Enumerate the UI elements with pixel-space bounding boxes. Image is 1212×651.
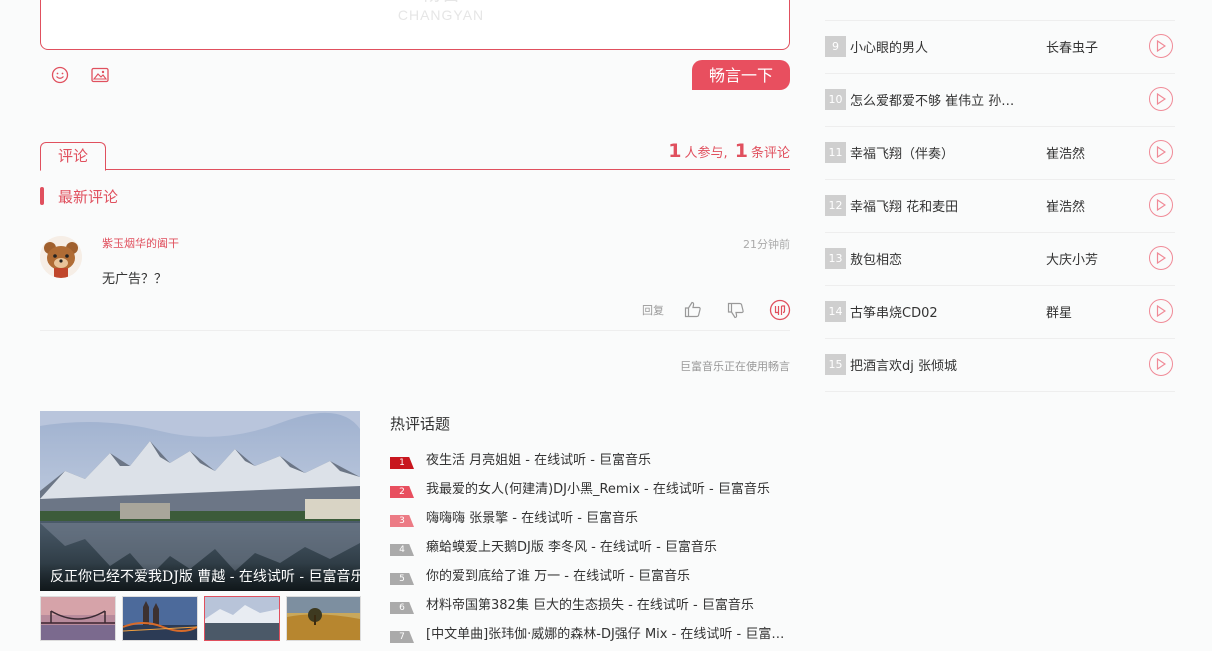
rank-badge: 5 — [390, 573, 414, 585]
hot-topic-text[interactable]: 嗨嗨嗨 张景擎 - 在线试听 - 巨富音乐 — [426, 511, 638, 526]
hot-topic-text[interactable]: 夜生活 月亮姐姐 - 在线试听 - 巨富音乐 — [426, 453, 651, 468]
playlist-row[interactable]: 14 古筝串烧CD02 群星 — [825, 285, 1175, 339]
comment-stats: 1 人参与, 1 条评论 — [665, 140, 790, 162]
play-icon[interactable] — [1149, 246, 1173, 270]
playlist-row[interactable]: 9 小心眼的男人 长春虫子 — [825, 20, 1175, 74]
hot-topic-item[interactable]: 1 夜生活 月亮姐姐 - 在线试听 - 巨富音乐 — [390, 449, 785, 469]
logo-en-text: CHANGYAN — [397, 7, 485, 23]
track-title[interactable]: 敖包相恋 — [850, 249, 902, 268]
play-icon[interactable] — [1149, 352, 1173, 376]
thumbs-down-icon[interactable] — [727, 302, 745, 323]
slide-caption[interactable]: 反正你已经不爱我DJ版 曹越 - 在线试听 - 巨富音乐 — [40, 563, 360, 591]
hot-topic-item[interactable]: 2 我最爱的女人(何建清)DJ小黑_Remix - 在线试听 - 巨富音乐 — [390, 478, 785, 498]
track-number: 14 — [825, 301, 846, 322]
track-artist[interactable]: 崔浩然 — [1046, 196, 1085, 215]
track-title[interactable]: 幸福飞翔 花和麦田 — [850, 196, 958, 215]
track-title[interactable]: 小心眼的男人 — [850, 37, 928, 56]
play-icon[interactable] — [1149, 34, 1173, 58]
playlist-row[interactable]: 10 怎么爱都爱不够 崔伟立 孙… — [825, 73, 1175, 127]
playlist-row[interactable]: 15 把酒言欢dj 张倾城 — [825, 338, 1175, 392]
slide-thumbnail-2[interactable] — [122, 596, 198, 641]
track-artist[interactable]: 群星 — [1046, 302, 1072, 321]
rank-badge: 6 — [390, 602, 414, 614]
rank-badge: 2 — [390, 486, 414, 498]
track-title[interactable]: 古筝串烧CD02 — [850, 302, 938, 321]
play-icon[interactable] — [1149, 299, 1173, 323]
comment-text: 无广告？？ — [102, 272, 168, 287]
track-number: 15 — [825, 354, 846, 375]
track-number: 9 — [825, 36, 846, 57]
playlist-row[interactable]: 12 幸福飞翔 花和麦田 崔浩然 — [825, 179, 1175, 233]
hot-topic-text[interactable]: 材料帝国第382集 巨大的生态损失 - 在线试听 - 巨富音乐 — [426, 598, 754, 613]
play-icon[interactable] — [1149, 193, 1173, 217]
hot-topic-item[interactable]: 3 嗨嗨嗨 张景擎 - 在线试听 - 巨富音乐 — [390, 507, 785, 527]
participant-label: 人参与, — [684, 146, 728, 161]
slide-thumbnail-1[interactable] — [40, 596, 116, 641]
comment-count-label: 条评论 — [750, 146, 790, 161]
image-icon[interactable] — [90, 65, 110, 85]
rank-badge: 1 — [390, 457, 414, 469]
hot-topic-text[interactable]: 我最爱的女人(何建清)DJ小黑_Remix - 在线试听 - 巨富音乐 — [426, 482, 770, 497]
comment-count: 1 — [734, 140, 748, 162]
tab-divider — [40, 169, 790, 170]
comment-input-box[interactable]: 畅言 CHANGYAN — [40, 0, 790, 50]
share-stamp-icon[interactable] — [769, 299, 791, 325]
thumbs-up-icon[interactable] — [684, 301, 702, 322]
slide-thumbnail-3[interactable] — [204, 596, 280, 641]
hot-topic-item[interactable]: 6 材料帝国第382集 巨大的生态损失 - 在线试听 - 巨富音乐 — [390, 594, 785, 614]
track-title[interactable]: 怎么爱都爱不够 崔伟立 孙… — [850, 90, 1014, 109]
track-title[interactable]: 幸福飞翔（伴奏） — [850, 143, 954, 162]
avatar[interactable] — [40, 236, 82, 278]
hot-topic-text[interactable]: [中文单曲]张玮伽·威娜的森林-DJ强仔 Mix - 在线试听 - 巨富音乐 — [426, 627, 785, 642]
submit-comment-button[interactable]: 畅言一下 — [692, 60, 790, 90]
rank-badge: 7 — [390, 631, 414, 643]
powered-by-text: 巨富音乐正在使用畅言 — [680, 360, 790, 373]
rank-badge: 4 — [390, 544, 414, 556]
comment-username[interactable]: 紫玉烟华的阖干 — [102, 235, 179, 251]
logo-cn-text: 畅言 — [371, 0, 511, 5]
track-number: 12 — [825, 195, 846, 216]
track-artist[interactable]: 大庆小芳 — [1046, 249, 1098, 268]
playlist-row[interactable]: 11 幸福飞翔（伴奏） 崔浩然 — [825, 126, 1175, 180]
track-artist[interactable]: 长春虫子 — [1046, 37, 1098, 56]
comment-separator — [40, 330, 790, 331]
track-title[interactable]: 把酒言欢dj 张倾城 — [850, 355, 957, 374]
slide-thumbnail-4[interactable] — [286, 596, 361, 641]
hot-topic-item[interactable]: 5 你的爱到底给了谁 万一 - 在线试听 - 巨富音乐 — [390, 565, 785, 585]
changyan-watermark-logo: 畅言 CHANGYAN — [371, 0, 511, 23]
tab-comments[interactable]: 评论 — [40, 142, 106, 171]
hot-topic-text[interactable]: 你的爱到底给了谁 万一 - 在线试听 - 巨富音乐 — [426, 569, 690, 584]
participant-count: 1 — [668, 140, 682, 162]
playlist-row[interactable]: 13 敖包相恋 大庆小芳 — [825, 232, 1175, 286]
track-artist[interactable]: 崔浩然 — [1046, 143, 1085, 162]
hot-topic-item[interactable]: 4 癞蛤蟆爱上天鹅DJ版 李冬风 - 在线试听 - 巨富音乐 — [390, 536, 785, 556]
comment-time: 21分钟前 — [743, 238, 790, 251]
play-icon[interactable] — [1149, 140, 1173, 164]
smiley-icon[interactable] — [50, 65, 70, 85]
latest-comments-title: 最新评论 — [58, 188, 119, 206]
hot-topics-title: 热评话题 — [390, 415, 451, 433]
play-icon[interactable] — [1149, 87, 1173, 111]
track-number: 13 — [825, 248, 846, 269]
hot-topic-text[interactable]: 癞蛤蟆爱上天鹅DJ版 李冬风 - 在线试听 - 巨富音乐 — [426, 540, 717, 555]
section-marker — [40, 187, 44, 205]
reply-button[interactable]: 回复 — [642, 302, 664, 318]
rank-badge: 3 — [390, 515, 414, 527]
track-number: 10 — [825, 89, 846, 110]
playlist-row-partial — [825, 0, 1175, 21]
track-number: 11 — [825, 142, 846, 163]
hot-topic-item[interactable]: 7 [中文单曲]张玮伽·威娜的森林-DJ强仔 Mix - 在线试听 - 巨富音乐 — [390, 623, 785, 643]
